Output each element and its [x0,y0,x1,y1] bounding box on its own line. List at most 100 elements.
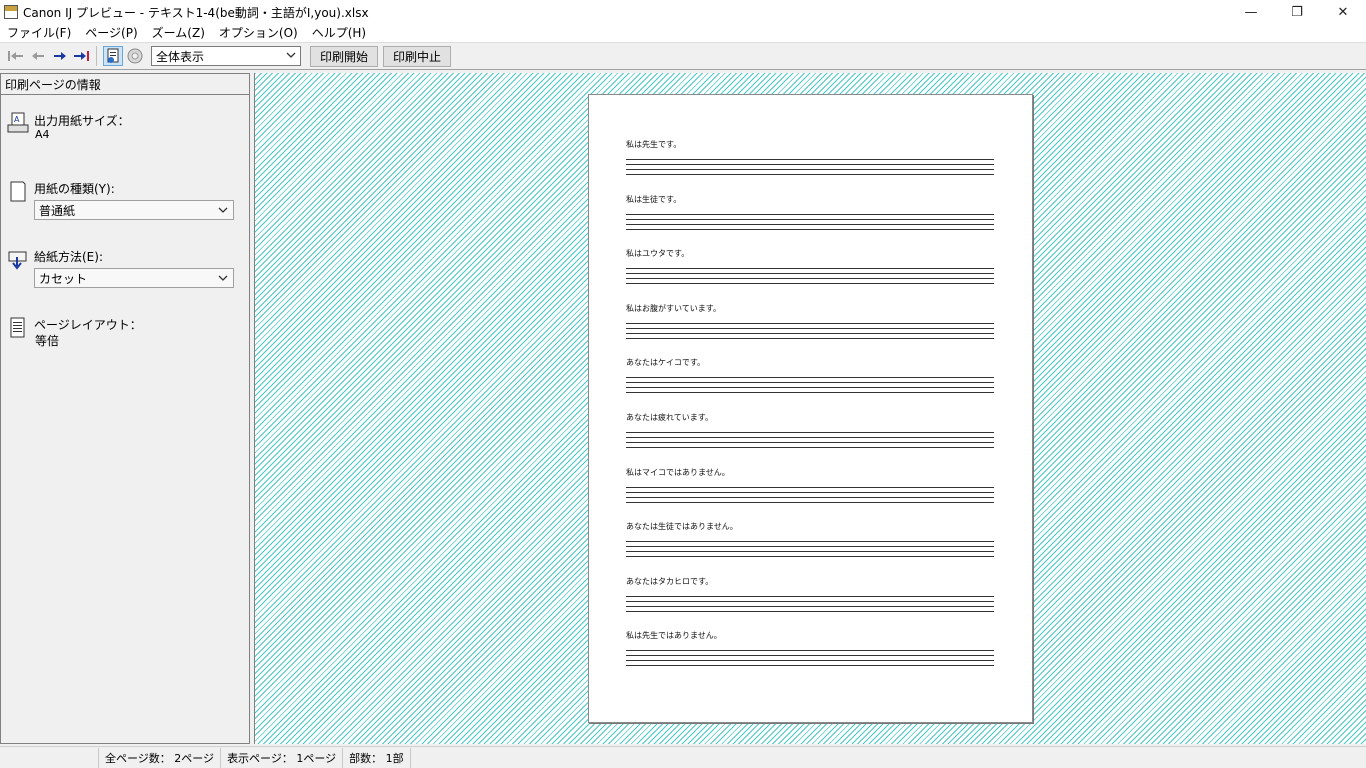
writing-line [626,337,994,339]
start-print-button[interactable]: 印刷開始 [310,45,379,67]
writing-line [626,218,994,220]
writing-line [626,551,994,553]
writing-line [626,546,994,548]
paper-source-label: 給紙方法(E): [34,250,103,264]
media-type-select[interactable]: 普通紙 [34,200,234,220]
worksheet-sentence: 私はお腹がすいています。 [626,303,721,313]
worksheet-sentence: あなたはケイコです。 [626,358,706,368]
writing-line [626,442,994,443]
writing-line [626,486,994,488]
writing-line [626,283,994,285]
writing-lines [626,322,994,343]
worksheet-sentence: 私は先生ではありません。 [626,631,722,641]
maximize-button[interactable]: ❐ [1274,0,1320,24]
writing-line [626,491,994,493]
menu-help[interactable]: ヘルプ(H) [305,24,373,42]
paper-size-label: 出力用紙サイズ： [34,114,130,128]
chevron-down-icon [286,52,296,58]
writing-line [626,322,994,324]
worksheet-item: 私はマイコではありません。 [626,468,994,507]
worksheet-sentence: あなたはタカヒロです。 [626,576,714,586]
writing-line [626,164,994,165]
chevron-down-icon [218,207,228,213]
writing-line [626,268,994,270]
writing-line [626,655,994,657]
writing-line [626,501,994,503]
writing-line [626,327,994,329]
status-spacer [0,748,98,768]
title-bar: Canon IJ プレビュー - テキスト1-4(be動詞・主語がI,you).… [0,0,1366,24]
writing-line [626,392,994,394]
preview-page: 私は先生です。私は生徒です。私はユウタです。私はお腹がすいています。 あなたはケイ… [588,94,1033,723]
menu-zoom[interactable]: ズーム(Z) [145,24,212,42]
writing-line [626,169,994,170]
writing-line [626,605,994,607]
page-layout-label: ページレイアウト： [34,318,142,332]
preview-area[interactable]: 私は先生です。私は生徒です。私はユウタです。私はお腹がすいています。 あなたはケイ… [254,73,1366,744]
paper-source-value: カセット [39,271,88,286]
writing-line [626,610,994,612]
cancel-print-button[interactable]: 印刷中止 [383,45,452,67]
menu-bar: ファイル(F) ページ(P) ズーム(Z) オプション(O) ヘルプ(H) [0,24,1366,42]
writing-line [626,228,994,230]
writing-line [626,496,994,498]
panel-header: 印刷ページの情報 [1,74,249,95]
writing-lines [626,650,994,670]
writing-line [626,541,994,543]
status-bar: 全ページ数： 2ページ 表示ページ： 1ページ 部数： 1部 [0,746,1366,768]
writing-line [626,273,994,275]
next-page-icon[interactable] [50,46,70,66]
worksheet-item: 私はお腹がすいています。 [626,304,994,343]
writing-lines [626,159,994,179]
worksheet-sentence: 私はユウタです。 [626,249,690,259]
worksheet-sentence: 私は先生です。 [626,140,682,149]
writing-line [626,437,994,438]
paper-size-value: A4 [35,128,50,141]
writing-line [626,665,994,667]
writing-line [626,387,994,389]
zoom-select-value: 全体表示 [156,49,205,64]
writing-lines [626,541,994,561]
app-icon [4,5,18,19]
writing-line [626,382,994,384]
writing-line [626,650,994,652]
writing-lines [626,595,994,616]
toolbar-separator [96,46,97,66]
previous-page-icon[interactable] [28,46,48,66]
menu-file[interactable]: ファイル(F) [0,24,78,42]
last-page-icon[interactable] [72,46,92,66]
paper-sheet-icon [7,180,29,204]
writing-line [626,595,994,597]
menu-option[interactable]: オプション(O) [212,24,305,42]
color-adjust-icon[interactable] [125,46,145,66]
writing-line [626,432,994,433]
writing-line [626,223,994,225]
window-controls: — ❐ ✕ [1228,0,1366,24]
page-layout-value: 等倍 [35,334,60,348]
worksheet-item: 私は生徒です。 [626,195,994,234]
worksheet-item: あなたはケイコです。 [626,358,994,397]
status-copies: 部数： 1部 [342,747,411,768]
page-info-icon[interactable] [103,46,123,66]
worksheet-sentence: あなたは疲れています。 [626,413,713,422]
first-page-icon[interactable] [6,46,26,66]
writing-lines [626,213,994,234]
worksheet-sentence: あなたは生徒ではありません。 [626,522,738,532]
writing-line [626,278,994,280]
status-current-page: 表示ページ： 1ページ [220,747,342,768]
print-info-panel: 印刷ページの情報 A 出力用紙サイズ： A4 用紙の種類(Y): 普通紙 給紙方… [0,73,250,744]
svg-text:A: A [14,115,20,124]
writing-line [626,556,994,558]
writing-line [626,332,994,334]
writing-line [626,600,994,602]
menu-page[interactable]: ページ(P) [78,24,144,42]
paper-source-select[interactable]: カセット [34,268,234,288]
zoom-select[interactable]: 全体表示 [151,46,301,66]
minimize-button[interactable]: — [1228,0,1274,24]
writing-line [626,447,994,448]
worksheet-item: あなたは疲れています。 [626,413,994,452]
worksheet-sentence: 私はマイコではありません。 [626,467,730,477]
writing-lines [626,377,994,397]
status-total-pages: 全ページ数： 2ページ [98,747,220,768]
close-button[interactable]: ✕ [1320,0,1366,24]
